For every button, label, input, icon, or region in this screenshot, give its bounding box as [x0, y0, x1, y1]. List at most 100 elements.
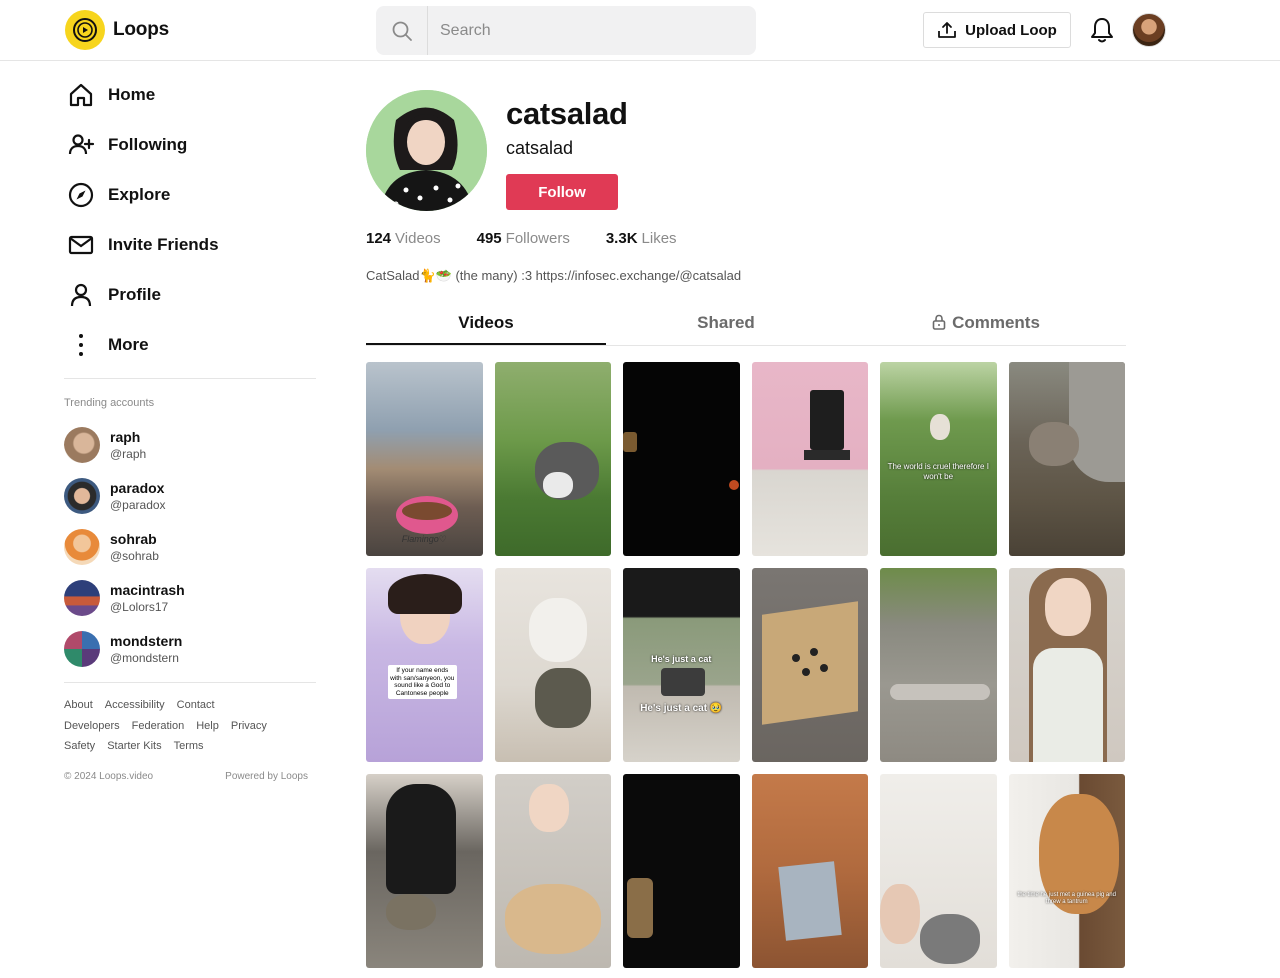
nav-profile-label: Profile	[108, 285, 161, 304]
footer-link-contact[interactable]: Contact	[177, 695, 215, 716]
video-thumbnail[interactable]: Flamingo♡	[366, 362, 483, 556]
nav-invite-friends-label: Invite Friends	[108, 235, 219, 254]
tab-shared[interactable]: Shared	[606, 305, 846, 345]
video-thumbnail[interactable]	[880, 568, 997, 762]
video-thumbnail[interactable]: The world is cruel therefore I won't be	[880, 362, 997, 556]
tab-comments-label: Comments	[952, 313, 1040, 332]
search-input[interactable]	[428, 21, 728, 40]
current-user-avatar[interactable]	[1132, 13, 1166, 47]
trending-account[interactable]: mondstern @mondstern	[64, 623, 316, 674]
video-thumbnail[interactable]	[623, 362, 740, 556]
nav-home[interactable]: Home	[64, 70, 316, 120]
footer-link-about[interactable]: About	[64, 695, 93, 716]
video-thumbnail[interactable]	[494, 362, 611, 556]
video-caption: He's just a cat 🥹	[640, 703, 723, 714]
trending-account[interactable]: sohrab @sohrab	[64, 521, 316, 572]
home-icon	[66, 80, 96, 110]
stat-followers[interactable]: 495 Followers	[477, 230, 570, 247]
compass-icon	[66, 180, 96, 210]
upload-loop-label: Upload Loop	[965, 21, 1057, 39]
profile-username: catsalad	[506, 138, 574, 158]
footer-link-terms[interactable]: Terms	[174, 736, 204, 757]
video-thumbnail[interactable]	[623, 774, 740, 968]
powered-by[interactable]: Powered by Loops	[225, 771, 308, 782]
stat-videos: 124 Videos	[366, 230, 441, 247]
nav-following-label: Following	[108, 135, 188, 154]
notifications-bell-icon[interactable]	[1089, 16, 1115, 44]
trending-handle: @Lolors17	[110, 599, 169, 614]
video-thumbnail[interactable]	[494, 774, 611, 968]
trending-name: raph	[110, 428, 141, 445]
video-caption: the time he just met a guinea pig and th…	[1017, 892, 1116, 905]
video-thumbnail[interactable]: If your name ends with san/sanyeon, you …	[366, 568, 483, 762]
trending-account[interactable]: raph @raph	[64, 419, 316, 470]
video-thumbnail[interactable]	[880, 774, 997, 968]
nav-explore[interactable]: Explore	[64, 170, 316, 220]
mail-icon	[66, 230, 96, 260]
upload-loop-button[interactable]: Upload Loop	[923, 12, 1071, 48]
nav-more-label: More	[108, 335, 149, 354]
video-thumbnail[interactable]	[366, 774, 483, 968]
trending-handle: @raph	[110, 446, 147, 461]
profile-stats: 124 Videos 495 Followers 3.3K Likes	[366, 230, 677, 247]
avatar	[64, 477, 100, 514]
footer-bottom: © 2024 Loops.video Powered by Loops	[64, 771, 316, 782]
user-icon	[66, 280, 96, 310]
trending-handle: @mondstern	[110, 650, 179, 665]
video-caption: The world is cruel therefore I won't be	[887, 462, 989, 481]
profile-tabs: Videos Shared Comments	[366, 305, 1126, 346]
video-thumbnail[interactable]	[494, 568, 611, 762]
follow-button[interactable]: Follow	[506, 174, 618, 210]
copyright: © 2024 Loops.video	[64, 770, 154, 782]
video-caption: Flamingo♡	[401, 534, 447, 544]
footer-link-accessibility[interactable]: Accessibility	[105, 695, 165, 716]
video-caption: If your name ends with san/sanyeon, you …	[388, 665, 457, 699]
footer-link-help[interactable]: Help	[196, 716, 219, 737]
profile-bio: CatSalad🐈🥗 (the many) :3 https://infosec…	[366, 268, 742, 283]
avatar	[64, 579, 100, 616]
nav-explore-label: Explore	[108, 185, 171, 204]
nav-more[interactable]: More	[64, 320, 316, 370]
trending-name: mondstern	[110, 632, 183, 649]
video-thumbnail[interactable]	[1008, 568, 1125, 762]
video-grid: Flamingo♡ The world is cruel therefore I…	[366, 362, 1126, 968]
video-thumbnail[interactable]	[1008, 362, 1125, 556]
trending-name: macintrash	[110, 581, 185, 598]
app-logo[interactable]: Loops	[65, 10, 169, 50]
profile-avatar	[366, 90, 487, 211]
video-caption: He's just a cat	[651, 654, 712, 664]
video-thumbnail[interactable]: He's just a cat He's just a cat 🥹	[623, 568, 740, 762]
avatar	[64, 630, 100, 667]
profile-display-name: catsalad	[506, 96, 628, 131]
footer-link-safety[interactable]: Safety	[64, 736, 95, 757]
footer-link-federation[interactable]: Federation	[132, 716, 185, 737]
left-sidebar: Home Following Explore Invite Friends Pr…	[64, 70, 316, 782]
trending-title: Trending accounts	[64, 397, 155, 409]
trending-account[interactable]: paradox @paradox	[64, 470, 316, 521]
user-plus-icon	[66, 130, 96, 160]
upload-icon	[938, 22, 957, 38]
tab-comments[interactable]: Comments	[846, 305, 1126, 345]
video-thumbnail[interactable]	[751, 774, 868, 968]
trending-name: paradox	[110, 479, 165, 496]
trending-handle: @paradox	[110, 497, 166, 512]
nav-home-label: Home	[108, 85, 156, 104]
video-thumbnail[interactable]	[751, 568, 868, 762]
trending-account[interactable]: macintrash @Lolors17	[64, 572, 316, 623]
sidebar-divider	[64, 682, 316, 683]
video-thumbnail[interactable]: the time he just met a guinea pig and th…	[1008, 774, 1125, 968]
nav-invite-friends[interactable]: Invite Friends	[64, 220, 316, 270]
footer-link-privacy[interactable]: Privacy	[231, 716, 267, 737]
trending-name: sohrab	[110, 530, 157, 547]
footer-link-developers[interactable]: Developers	[64, 716, 120, 737]
nav-following[interactable]: Following	[64, 120, 316, 170]
top-header: Loops Upload Loop	[0, 0, 1280, 61]
search-bar[interactable]	[376, 6, 756, 55]
tab-videos[interactable]: Videos	[366, 305, 606, 345]
nav-profile[interactable]: Profile	[64, 270, 316, 320]
search-icon[interactable]	[376, 6, 428, 55]
footer-links: About Accessibility Contact Developers F…	[64, 695, 316, 757]
footer-link-starter-kits[interactable]: Starter Kits	[107, 736, 161, 757]
video-thumbnail[interactable]	[751, 362, 868, 556]
loops-logo-icon	[65, 10, 105, 50]
